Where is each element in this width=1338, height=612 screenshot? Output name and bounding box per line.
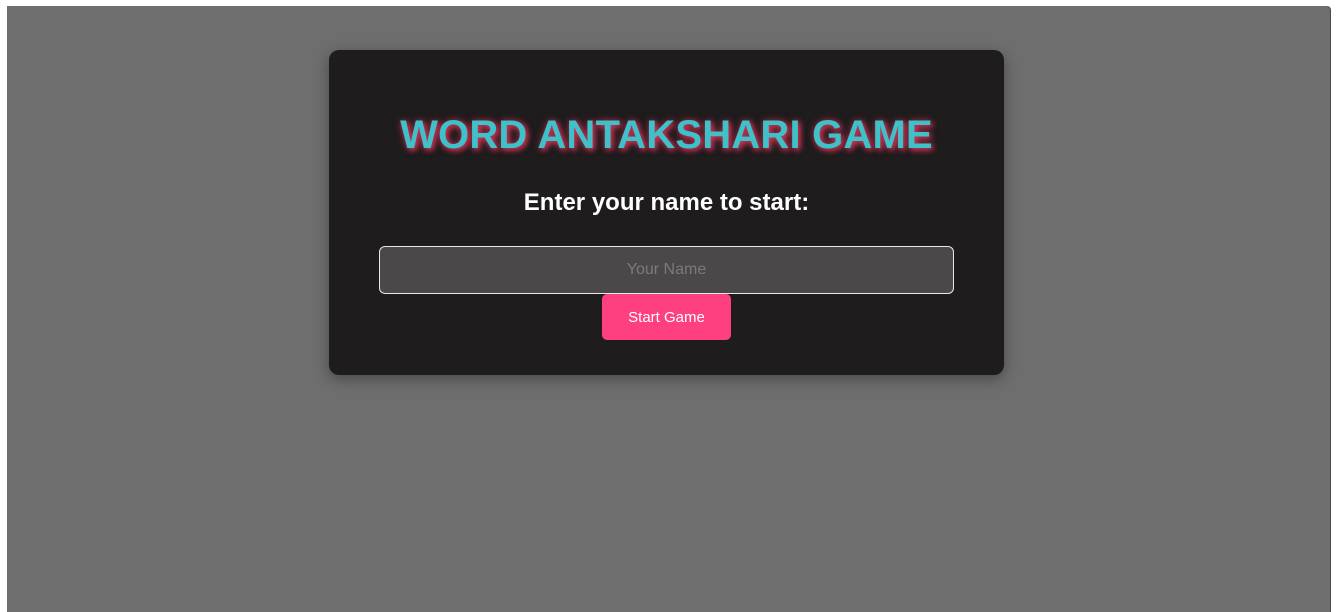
start-card: WORD ANTAKSHARI GAME Enter your name to … bbox=[329, 50, 1004, 375]
start-game-button[interactable]: Start Game bbox=[602, 294, 731, 340]
player-name-input[interactable] bbox=[379, 246, 954, 294]
game-title: WORD ANTAKSHARI GAME bbox=[400, 113, 933, 157]
page-background: WORD ANTAKSHARI GAME Enter your name to … bbox=[7, 6, 1330, 612]
name-prompt: Enter your name to start: bbox=[523, 189, 810, 216]
